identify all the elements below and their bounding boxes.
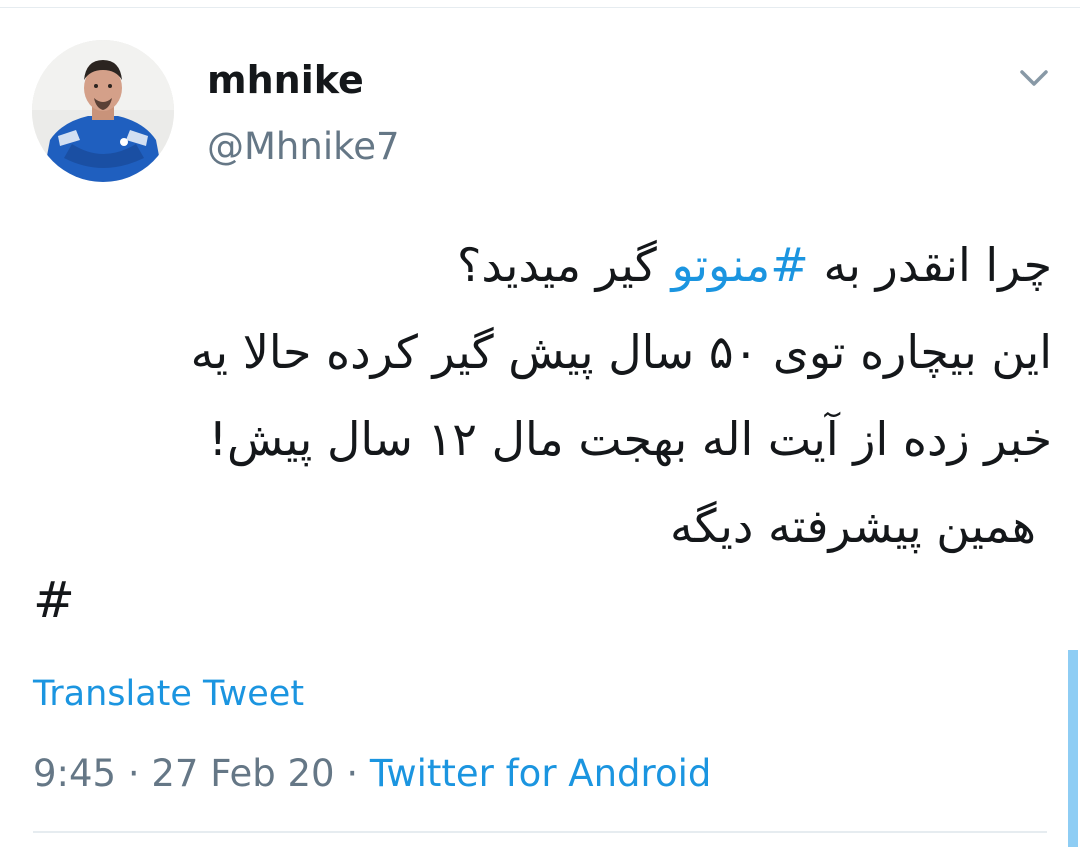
tweet-line: خبر زده از آیت اله بهجت مال ۱۲ سال پیش! <box>208 412 1052 466</box>
tweet-menu-button[interactable] <box>1014 62 1054 96</box>
display-name[interactable]: mhnike <box>207 58 364 102</box>
meta-separator: · <box>334 752 370 795</box>
tweet-text: چرا انقدر به #منوتو گیر میدید؟ این بیچار… <box>30 222 1052 570</box>
tweet-text-segment: گیر میدید؟ <box>457 238 672 292</box>
chevron-down-icon <box>1020 70 1048 86</box>
tweet-line: همین پیشرفته دیگه <box>670 499 1036 553</box>
user-handle[interactable]: @Mhnike7 <box>207 125 400 169</box>
tweet-source-link[interactable]: Twitter for Android <box>370 752 711 795</box>
bottom-divider <box>33 831 1047 833</box>
tweet-time: 9:45 <box>33 752 117 795</box>
tweet-text-segment: چرا انقدر به <box>808 238 1052 292</box>
scrollbar[interactable] <box>1068 650 1078 847</box>
tweet-line: چرا انقدر به #منوتو گیر میدید؟ <box>30 222 1052 309</box>
tweet-line: این بیچاره توی ۵۰ سال پیش گیر کرده حالا … <box>190 325 1052 379</box>
meta-separator: · <box>116 752 152 795</box>
top-divider <box>0 7 1080 8</box>
hashtag-link[interactable]: #منوتو <box>671 238 808 292</box>
profile-photo-icon <box>32 40 174 182</box>
translate-tweet-link[interactable]: Translate Tweet <box>33 672 304 716</box>
tweet-metadata: 9:45 · 27 Feb 20 · Twitter for Android <box>33 752 711 796</box>
avatar[interactable] <box>32 40 174 182</box>
hashtag-link[interactable]: # <box>33 570 75 630</box>
tweet-date: 27 Feb 20 <box>151 752 335 795</box>
